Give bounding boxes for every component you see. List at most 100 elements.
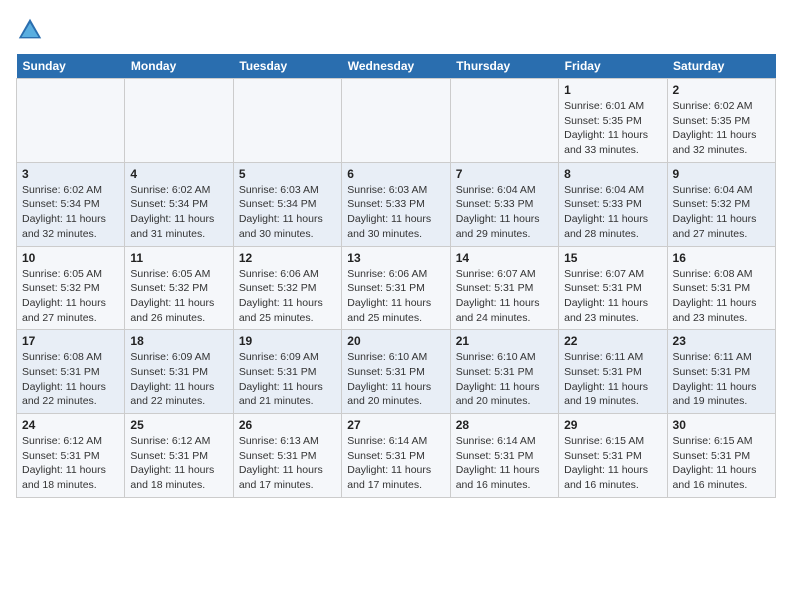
calendar-cell [342,79,450,163]
day-info: Sunrise: 6:04 AMSunset: 5:32 PMDaylight:… [673,183,770,242]
calendar-cell: 19 Sunrise: 6:09 AMSunset: 5:31 PMDayligh… [233,330,341,414]
weekday-header-friday: Friday [559,54,667,79]
day-info: Sunrise: 6:04 AMSunset: 5:33 PMDaylight:… [456,183,553,242]
day-info: Sunrise: 6:14 AMSunset: 5:31 PMDaylight:… [456,434,553,493]
day-number: 23 [673,334,770,348]
calendar-cell: 22Sunrise: 6:11 AMSunset: 5:31 PMDayligh… [559,330,667,414]
day-info: Sunrise: 6:12 AMSunset: 5:31 PMDaylight:… [130,434,227,493]
calendar-cell: 23 Sunrise: 6:11 AMSunset: 5:31 PMDayligh… [667,330,775,414]
calendar-cell: 15 Sunrise: 6:07 AMSunset: 5:31 PMDayligh… [559,246,667,330]
day-number: 5 [239,167,336,181]
day-number: 22 [564,334,661,348]
day-number: 11 [130,251,227,265]
day-number: 13 [347,251,444,265]
day-number: 8 [564,167,661,181]
day-info: Sunrise: 6:02 AMSunset: 5:35 PMDaylight:… [673,99,770,158]
calendar-cell: 20 Sunrise: 6:10 AMSunset: 5:31 PMDayligh… [342,330,450,414]
day-number: 15 [564,251,661,265]
day-info: Sunrise: 6:03 AMSunset: 5:34 PMDaylight:… [239,183,336,242]
weekday-header-thursday: Thursday [450,54,558,79]
calendar-cell: 26 Sunrise: 6:13 AMSunset: 5:31 PMDayligh… [233,414,341,498]
calendar-cell: 17Sunrise: 6:08 AMSunset: 5:31 PMDayligh… [17,330,125,414]
calendar-week-row: 1 Sunrise: 6:01 AMSunset: 5:35 PMDaylight… [17,79,776,163]
day-number: 1 [564,83,661,97]
day-info: Sunrise: 6:05 AMSunset: 5:32 PMDaylight:… [130,267,227,326]
calendar-cell [125,79,233,163]
calendar-cell [233,79,341,163]
day-info: Sunrise: 6:06 AMSunset: 5:32 PMDaylight:… [239,267,336,326]
day-number: 4 [130,167,227,181]
day-number: 28 [456,418,553,432]
calendar-cell [17,79,125,163]
calendar-cell: 9 Sunrise: 6:04 AMSunset: 5:32 PMDaylight… [667,162,775,246]
calendar-cell: 24Sunrise: 6:12 AMSunset: 5:31 PMDayligh… [17,414,125,498]
calendar-cell: 8Sunrise: 6:04 AMSunset: 5:33 PMDaylight… [559,162,667,246]
calendar-cell: 13 Sunrise: 6:06 AMSunset: 5:31 PMDayligh… [342,246,450,330]
day-number: 21 [456,334,553,348]
weekday-header-sunday: Sunday [17,54,125,79]
day-info: Sunrise: 6:05 AMSunset: 5:32 PMDaylight:… [22,267,119,326]
day-info: Sunrise: 6:10 AMSunset: 5:31 PMDaylight:… [347,350,444,409]
day-number: 27 [347,418,444,432]
day-info: Sunrise: 6:13 AMSunset: 5:31 PMDaylight:… [239,434,336,493]
calendar-cell: 27 Sunrise: 6:14 AMSunset: 5:31 PMDayligh… [342,414,450,498]
calendar-table: SundayMondayTuesdayWednesdayThursdayFrid… [16,54,776,498]
day-info: Sunrise: 6:09 AMSunset: 5:31 PMDaylight:… [130,350,227,409]
weekday-header-saturday: Saturday [667,54,775,79]
day-info: Sunrise: 6:01 AMSunset: 5:35 PMDaylight:… [564,99,661,158]
day-number: 6 [347,167,444,181]
day-info: Sunrise: 6:10 AMSunset: 5:31 PMDaylight:… [456,350,553,409]
day-number: 12 [239,251,336,265]
day-info: Sunrise: 6:07 AMSunset: 5:31 PMDaylight:… [564,267,661,326]
calendar-cell: 6 Sunrise: 6:03 AMSunset: 5:33 PMDaylight… [342,162,450,246]
weekday-header-monday: Monday [125,54,233,79]
calendar-cell: 10 Sunrise: 6:05 AMSunset: 5:32 PMDayligh… [17,246,125,330]
day-info: Sunrise: 6:02 AMSunset: 5:34 PMDaylight:… [130,183,227,242]
day-info: Sunrise: 6:15 AMSunset: 5:31 PMDaylight:… [564,434,661,493]
day-number: 20 [347,334,444,348]
logo [16,16,48,44]
calendar-cell [450,79,558,163]
calendar-cell: 4 Sunrise: 6:02 AMSunset: 5:34 PMDaylight… [125,162,233,246]
day-info: Sunrise: 6:08 AMSunset: 5:31 PMDaylight:… [673,267,770,326]
day-number: 26 [239,418,336,432]
weekday-header-wednesday: Wednesday [342,54,450,79]
day-info: Sunrise: 6:07 AMSunset: 5:31 PMDaylight:… [456,267,553,326]
calendar-week-row: 10 Sunrise: 6:05 AMSunset: 5:32 PMDayligh… [17,246,776,330]
calendar-cell: 29 Sunrise: 6:15 AMSunset: 5:31 PMDayligh… [559,414,667,498]
calendar-cell: 18 Sunrise: 6:09 AMSunset: 5:31 PMDayligh… [125,330,233,414]
calendar-cell: 28 Sunrise: 6:14 AMSunset: 5:31 PMDayligh… [450,414,558,498]
day-info: Sunrise: 6:03 AMSunset: 5:33 PMDaylight:… [347,183,444,242]
calendar-cell: 1 Sunrise: 6:01 AMSunset: 5:35 PMDaylight… [559,79,667,163]
day-number: 18 [130,334,227,348]
day-info: Sunrise: 6:06 AMSunset: 5:31 PMDaylight:… [347,267,444,326]
day-info: Sunrise: 6:09 AMSunset: 5:31 PMDaylight:… [239,350,336,409]
logo-icon [16,16,44,44]
day-info: Sunrise: 6:02 AMSunset: 5:34 PMDaylight:… [22,183,119,242]
day-info: Sunrise: 6:15 AMSunset: 5:31 PMDaylight:… [673,434,770,493]
calendar-cell: 14 Sunrise: 6:07 AMSunset: 5:31 PMDayligh… [450,246,558,330]
day-number: 7 [456,167,553,181]
calendar-cell: 5 Sunrise: 6:03 AMSunset: 5:34 PMDaylight… [233,162,341,246]
calendar-week-row: 24Sunrise: 6:12 AMSunset: 5:31 PMDayligh… [17,414,776,498]
calendar-header-row: SundayMondayTuesdayWednesdayThursdayFrid… [17,54,776,79]
day-number: 29 [564,418,661,432]
calendar-week-row: 3 Sunrise: 6:02 AMSunset: 5:34 PMDaylight… [17,162,776,246]
day-number: 9 [673,167,770,181]
day-number: 30 [673,418,770,432]
calendar-cell: 11 Sunrise: 6:05 AMSunset: 5:32 PMDayligh… [125,246,233,330]
day-number: 14 [456,251,553,265]
day-info: Sunrise: 6:11 AMSunset: 5:31 PMDaylight:… [673,350,770,409]
day-number: 3 [22,167,119,181]
page-header [16,16,776,44]
day-number: 17 [22,334,119,348]
calendar-cell: 2 Sunrise: 6:02 AMSunset: 5:35 PMDaylight… [667,79,775,163]
day-number: 25 [130,418,227,432]
day-number: 10 [22,251,119,265]
day-number: 19 [239,334,336,348]
calendar-cell: 12 Sunrise: 6:06 AMSunset: 5:32 PMDayligh… [233,246,341,330]
calendar-cell: 21 Sunrise: 6:10 AMSunset: 5:31 PMDayligh… [450,330,558,414]
day-number: 2 [673,83,770,97]
day-info: Sunrise: 6:14 AMSunset: 5:31 PMDaylight:… [347,434,444,493]
calendar-cell: 3 Sunrise: 6:02 AMSunset: 5:34 PMDaylight… [17,162,125,246]
